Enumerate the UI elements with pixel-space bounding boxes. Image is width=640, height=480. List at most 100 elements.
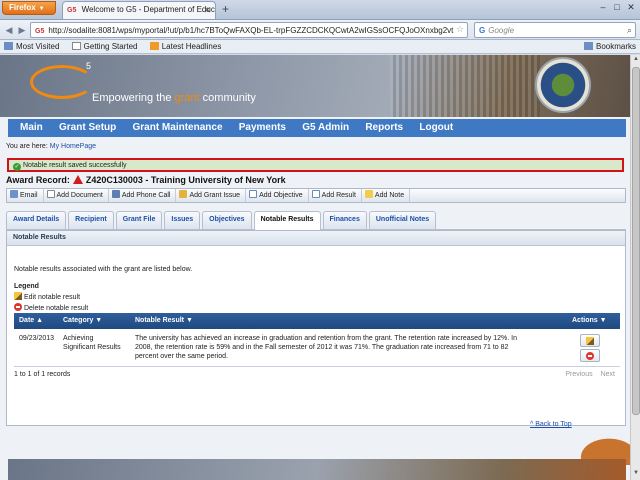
tab-issues[interactable]: Issues — [164, 211, 201, 229]
minimize-icon[interactable]: – — [596, 2, 610, 14]
bookmark-latest-headlines[interactable]: Latest Headlines — [149, 42, 221, 51]
legend-edit-item: Edit notable result — [14, 292, 88, 303]
panel-intro: Notable results associated with the gran… — [14, 266, 193, 273]
back-arrow-icon[interactable]: ◀ — [2, 23, 16, 37]
note-icon — [364, 190, 373, 198]
nav-grant-maintenance[interactable]: Grant Maintenance — [132, 119, 222, 137]
edit-result-button[interactable] — [580, 334, 600, 347]
success-notice: ✓ Notable result saved successfully — [7, 158, 624, 172]
tab-recipient[interactable]: Recipient — [68, 211, 114, 229]
pager: Previous Next — [557, 371, 615, 378]
grant-issue-icon — [179, 190, 188, 198]
delete-icon — [586, 352, 594, 360]
tab-objectives[interactable]: Objectives — [202, 211, 252, 229]
url-bar[interactable]: G5 http://sodalite:8081/wps/myportal/!ut/… — [30, 22, 468, 38]
panel-title: Notable Results — [7, 231, 625, 246]
tab-title: Welcome to G5 - Department of Educati... — [81, 5, 216, 14]
award-record-value: Z420C130003 - Training University of New… — [85, 175, 286, 185]
row-notable-result: The university has achieved an increase … — [135, 335, 517, 360]
breadcrumb: You are here: My HomePage — [6, 143, 97, 150]
g5-logo — [30, 65, 94, 99]
notable-results-panel: Notable Results Notable results associat… — [6, 230, 626, 426]
email-icon — [10, 190, 18, 198]
firefox-menu-button[interactable]: Firefox ▼ — [2, 1, 56, 15]
delete-result-button[interactable] — [580, 349, 600, 362]
nav-g5-admin[interactable]: G5 Admin — [302, 119, 349, 137]
tab-unofficial-notes[interactable]: Unofficial Notes — [368, 211, 437, 229]
nav-grant-setup[interactable]: Grant Setup — [59, 119, 116, 137]
pencil-icon — [14, 292, 22, 300]
bookmarks-menu[interactable]: Bookmarks — [583, 42, 636, 51]
department-of-education-seal-icon — [535, 57, 591, 113]
objective-icon — [249, 190, 258, 198]
row-date: 09/23/2013 — [19, 335, 55, 342]
scrollbar-thumb[interactable] — [632, 67, 640, 415]
col-date-header[interactable]: Date ▲ — [19, 317, 43, 324]
warning-icon — [72, 175, 83, 184]
add-phone-call-button[interactable]: Add Phone Call — [109, 189, 177, 202]
email-button[interactable]: Email — [7, 189, 44, 202]
pencil-icon — [586, 337, 594, 345]
result-icon — [311, 190, 320, 198]
g5-logo-superscript: 5 — [86, 61, 92, 71]
browser-titlebar: Firefox ▼ G5 Welcome to G5 - Department o… — [0, 0, 640, 20]
maximize-icon[interactable]: □ — [610, 2, 624, 14]
close-window-icon[interactable]: ✕ — [624, 2, 638, 14]
banner-tagline: Empowering the grant community — [92, 92, 256, 104]
forward-arrow-icon[interactable]: ▶ — [15, 23, 29, 37]
award-tabs: Award Details Recipient Grant File Issues Ob… — [6, 211, 626, 230]
scroll-up-arrow-icon[interactable]: ▲ — [632, 56, 640, 65]
close-tab-icon[interactable]: ✕ — [203, 5, 211, 16]
google-icon: G — [479, 26, 486, 35]
browser-tab[interactable]: G5 Welcome to G5 - Department of Educati… — [62, 1, 216, 19]
add-grant-issue-button[interactable]: Add Grant Issue — [176, 189, 247, 202]
bookmark-star-icon[interactable]: ☆ — [456, 24, 464, 35]
bookmark-most-visited[interactable]: Most Visited — [4, 42, 59, 51]
search-icon[interactable]: ⌕ — [627, 25, 632, 36]
tab-notable-results[interactable]: Notable Results — [253, 211, 321, 230]
tab-grant-file[interactable]: Grant File — [115, 211, 163, 229]
page-icon — [71, 42, 81, 50]
main-nav: Main Grant Setup Grant Maintenance Payme… — [8, 119, 626, 137]
browser-navbar: ◀ ▶ G5 http://sodalite:8081/wps/myportal/… — [0, 20, 640, 40]
vertical-scrollbar[interactable]: ▲ ▼ — [630, 55, 640, 480]
search-input[interactable]: G Google ⌕ — [474, 22, 636, 38]
scroll-down-arrow-icon[interactable]: ▼ — [632, 470, 640, 479]
new-tab-icon[interactable]: + — [222, 3, 229, 15]
back-to-top-link[interactable]: ^ Back to Top — [530, 421, 572, 428]
bookmark-getting-started[interactable]: Getting Started — [71, 42, 137, 51]
add-note-button[interactable]: Add Note — [362, 189, 411, 202]
footer-banner — [8, 459, 626, 480]
col-category-header[interactable]: Category ▼ — [63, 317, 102, 324]
nav-main[interactable]: Main — [20, 119, 43, 137]
legend-title: Legend — [14, 283, 39, 290]
award-toolbar: Email Add Document Add Phone Call Add Grant… — [6, 188, 626, 203]
col-actions-header[interactable]: Actions ▼ — [572, 317, 607, 324]
nav-payments[interactable]: Payments — [239, 119, 286, 137]
success-check-icon: ✓ — [13, 163, 21, 171]
add-result-button[interactable]: Add Result — [309, 189, 362, 202]
tab-finances[interactable]: Finances — [322, 211, 367, 229]
notice-text: Notable result saved successfully — [23, 162, 127, 169]
pager-next[interactable]: Next — [601, 371, 615, 378]
site-identity-icon: G5 — [35, 28, 45, 35]
nav-logout[interactable]: Logout — [419, 119, 453, 137]
bookmarks-icon — [583, 42, 593, 50]
phone-icon — [111, 190, 120, 198]
legend: Legend Edit notable result Delete notabl… — [14, 282, 88, 314]
row-category: Achieving Significant Results — [63, 335, 121, 351]
add-document-button[interactable]: Add Document — [44, 189, 109, 202]
nav-reports[interactable]: Reports — [365, 119, 403, 137]
rss-feed-icon — [149, 42, 159, 50]
table-header: Date ▲ Category ▼ Notable Result ▼ Actio… — [14, 313, 620, 329]
delete-icon — [14, 303, 22, 311]
col-result-header[interactable]: Notable Result ▼ — [135, 317, 193, 324]
pager-previous[interactable]: Previous — [565, 371, 592, 378]
record-count: 1 to 1 of 1 records — [14, 371, 71, 378]
award-record-title: Award Record: Z420C130003 - Training Univ… — [6, 175, 286, 185]
breadcrumb-home-link[interactable]: My HomePage — [50, 143, 96, 150]
tab-award-details[interactable]: Award Details — [6, 211, 67, 229]
g5-favicon-icon: G5 — [67, 7, 77, 14]
add-objective-button[interactable]: Add Objective — [246, 189, 309, 202]
g5-banner: 5 Empowering the grant community — [0, 55, 630, 117]
